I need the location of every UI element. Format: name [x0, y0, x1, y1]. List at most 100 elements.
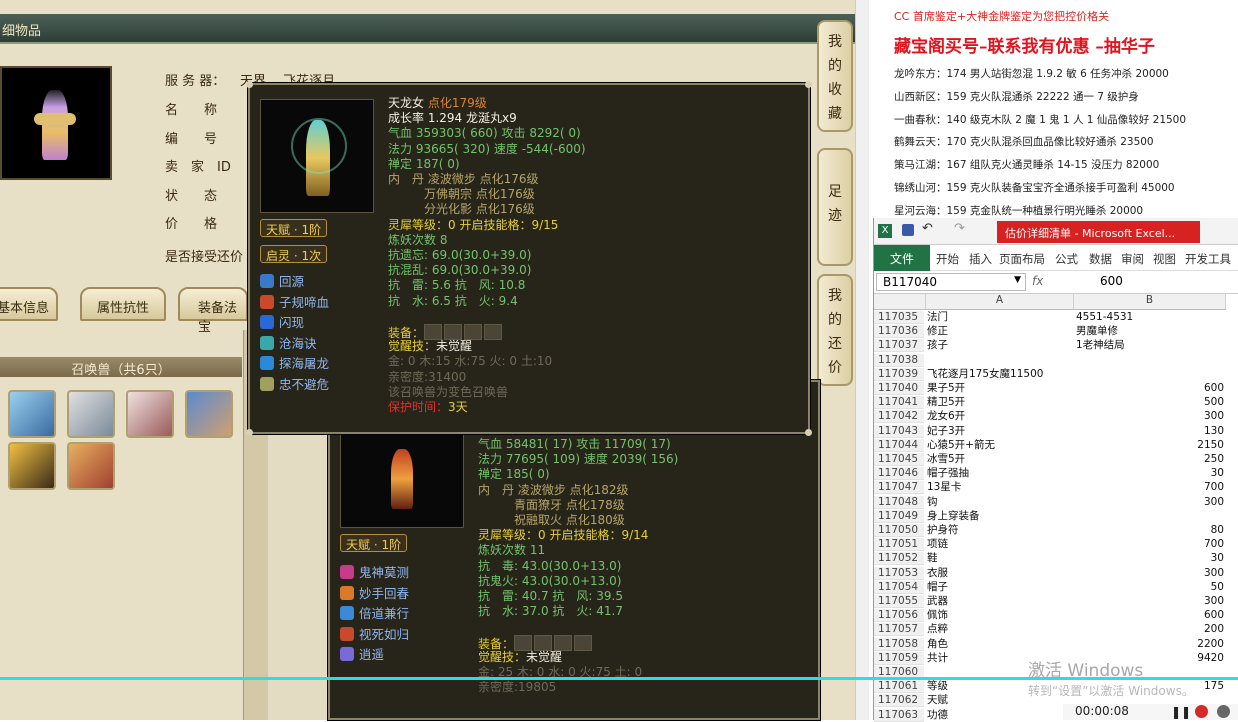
- cell-b[interactable]: 700: [1076, 538, 1224, 550]
- cell-b[interactable]: 500: [1076, 396, 1224, 408]
- row-number[interactable]: 117039: [874, 367, 924, 381]
- row-number[interactable]: 117035: [874, 311, 924, 324]
- undo-icon[interactable]: ↶: [922, 221, 933, 236]
- skill-item[interactable]: 倍道兼行: [340, 603, 409, 622]
- skill-item[interactable]: 鬼神莫测: [340, 562, 409, 581]
- column-a-header[interactable]: A: [926, 294, 1074, 310]
- pet-avatar-2[interactable]: [67, 390, 115, 438]
- cell-a[interactable]: 妃子3开: [927, 425, 965, 437]
- cell-a[interactable]: 共计: [927, 652, 948, 664]
- row-number[interactable]: 117046: [874, 467, 924, 481]
- cell-a[interactable]: 鞋: [927, 552, 938, 564]
- equip-slot[interactable]: [534, 634, 553, 651]
- table-row[interactable]: 117039 飞花逐月175女魔11500: [874, 367, 1238, 381]
- cell-a[interactable]: 孩子: [927, 339, 948, 351]
- skill-item[interactable]: 逍遥: [340, 644, 384, 663]
- cell-b[interactable]: 30: [1076, 467, 1224, 479]
- equip-slot[interactable]: [464, 324, 483, 340]
- table-row[interactable]: 117044 心猿5开+箭无 2150: [874, 438, 1238, 452]
- save-icon[interactable]: [902, 224, 914, 236]
- cell-a[interactable]: 点粹: [927, 623, 948, 635]
- table-row[interactable]: 117053 衣服 300: [874, 566, 1238, 580]
- cell-b[interactable]: 250: [1076, 453, 1224, 465]
- cell-a[interactable]: 13星卡: [927, 481, 961, 493]
- cell-a[interactable]: 等级: [927, 680, 948, 692]
- cell-b[interactable]: 600: [1076, 609, 1224, 621]
- ribbon-tab[interactable]: 开发工具: [1185, 251, 1231, 267]
- cell-b[interactable]: 80: [1076, 524, 1224, 536]
- cell-a[interactable]: 功德: [927, 709, 948, 721]
- cell-b[interactable]: 30: [1076, 552, 1224, 564]
- table-row[interactable]: 117055 武器 300: [874, 595, 1238, 608]
- row-number[interactable]: 117050: [874, 524, 924, 537]
- cell-a[interactable]: 龙女6开: [927, 410, 965, 422]
- ribbon-tab[interactable]: 插入: [969, 251, 992, 267]
- table-row[interactable]: 117049 身上穿装备: [874, 509, 1238, 523]
- skill-item[interactable]: 回源: [260, 271, 304, 290]
- table-row[interactable]: 117042 龙女6开 300: [874, 410, 1238, 424]
- row-number[interactable]: 117053: [874, 566, 924, 580]
- cell-b[interactable]: 2150: [1076, 439, 1224, 451]
- cell-a[interactable]: 精卫5开: [927, 396, 965, 408]
- cell-b[interactable]: 1老神结局: [1076, 339, 1224, 351]
- cell-b[interactable]: 4551-4531: [1076, 311, 1224, 323]
- cell-a[interactable]: 项链: [927, 538, 948, 550]
- table-row[interactable]: 117043 妃子3开 130: [874, 424, 1238, 438]
- skill-item[interactable]: 子规啼血: [260, 292, 329, 311]
- skill-item[interactable]: 探海屠龙: [260, 353, 329, 372]
- row-number[interactable]: 117037: [874, 339, 924, 353]
- table-row[interactable]: 117047 13星卡 700: [874, 481, 1238, 495]
- row-number[interactable]: 117059: [874, 651, 924, 665]
- table-row[interactable]: 117050 护身符 80: [874, 524, 1238, 537]
- table-row[interactable]: 117046 帽子强抽 30: [874, 467, 1238, 481]
- table-row[interactable]: 117035 法门 4551-4531: [874, 311, 1238, 324]
- skill-item[interactable]: 闪现: [260, 312, 304, 331]
- table-row[interactable]: 117058 角色 2200: [874, 637, 1238, 651]
- table-row[interactable]: 117054 帽子 50: [874, 580, 1238, 594]
- equip-slot[interactable]: [554, 634, 573, 651]
- row-number[interactable]: 117042: [874, 410, 924, 424]
- cell-a[interactable]: 衣服: [927, 567, 948, 579]
- cell-a[interactable]: 护身符: [927, 524, 959, 536]
- my-favorites-button[interactable]: 我的收藏: [817, 20, 853, 132]
- cell-b[interactable]: 300: [1076, 410, 1224, 422]
- cell-a[interactable]: 角色: [927, 638, 948, 650]
- row-number[interactable]: 117051: [874, 538, 924, 552]
- cell-b[interactable]: 300: [1076, 567, 1224, 579]
- cell-b[interactable]: 200: [1076, 623, 1224, 635]
- cell-b[interactable]: 300: [1076, 595, 1224, 607]
- cell-a[interactable]: 冰雪5开: [927, 453, 965, 465]
- skill-item[interactable]: 视死如归: [340, 624, 409, 643]
- cell-a[interactable]: 果子5开: [927, 382, 965, 394]
- ribbon-tab[interactable]: 页面布局: [999, 251, 1045, 267]
- row-number[interactable]: 117045: [874, 453, 924, 466]
- pet-avatar-4[interactable]: [185, 390, 233, 438]
- table-row[interactable]: 117038: [874, 353, 1238, 367]
- row-number[interactable]: 117062: [874, 694, 924, 708]
- footprint-button[interactable]: 足迹: [817, 148, 853, 266]
- equip-slot[interactable]: [484, 324, 503, 340]
- cell-a[interactable]: 修正: [927, 325, 948, 337]
- file-tab[interactable]: 文件: [874, 245, 930, 271]
- row-number[interactable]: 117036: [874, 325, 924, 339]
- name-box[interactable]: B117040 ▼: [876, 273, 1026, 291]
- close-icon[interactable]: [1217, 705, 1230, 718]
- row-number[interactable]: 117057: [874, 623, 924, 637]
- row-number[interactable]: 117047: [874, 481, 924, 495]
- tab-resist[interactable]: 属性抗性: [80, 287, 166, 321]
- row-number[interactable]: 117048: [874, 495, 924, 509]
- row-number[interactable]: 117061: [874, 680, 924, 694]
- equip-slot[interactable]: [424, 324, 443, 340]
- ribbon-tab[interactable]: 数据: [1089, 251, 1112, 267]
- my-counter-offer-button[interactable]: 我的还价: [817, 274, 853, 386]
- pet-avatar-1[interactable]: [8, 390, 56, 438]
- equip-slot[interactable]: [574, 634, 593, 651]
- pause-icon[interactable]: ❚❚: [1171, 705, 1191, 719]
- row-number[interactable]: 117052: [874, 552, 924, 566]
- row-number[interactable]: 117043: [874, 424, 924, 438]
- ribbon-tab[interactable]: 视图: [1153, 251, 1176, 267]
- column-b-header[interactable]: B: [1074, 294, 1226, 310]
- cell-a[interactable]: 身上穿装备: [927, 510, 980, 522]
- row-number[interactable]: 117040: [874, 382, 924, 395]
- cell-a[interactable]: 法门: [927, 311, 948, 323]
